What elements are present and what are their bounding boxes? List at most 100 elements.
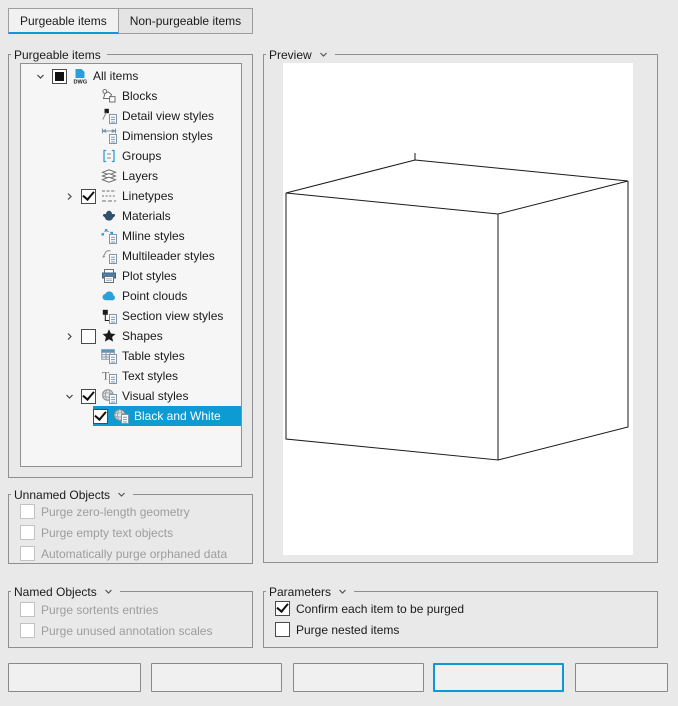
- table-styles-icon: [101, 348, 117, 364]
- checkbox-label: Purge unused annotation scales: [41, 624, 212, 638]
- unnamed-objects-group: Unnamed Objects Purge zero-length geomet…: [8, 494, 253, 564]
- collapse-all-button[interactable]: [8, 663, 141, 692]
- checkbox: [20, 504, 35, 519]
- plot-styles-icon: [101, 268, 117, 284]
- tree-item-label: Visual styles: [122, 389, 188, 403]
- tree-item-label: Detail view styles: [122, 109, 214, 123]
- tree-item-detail-view-styles[interactable]: Detail view styles: [21, 106, 241, 126]
- chevron-right-icon[interactable]: [62, 189, 76, 203]
- tree-item-label: Plot styles: [122, 269, 177, 283]
- tree-item-label: Linetypes: [122, 189, 173, 203]
- chevron-down-icon[interactable]: [33, 69, 47, 83]
- mline-styles-icon: [101, 228, 117, 244]
- tree-item-visual-styles[interactable]: Visual styles: [21, 386, 241, 406]
- tree-expand-chevron: [62, 229, 76, 243]
- tree-item-blocks[interactable]: Blocks: [21, 86, 241, 106]
- tree-item-label: Layers: [122, 169, 158, 183]
- tab-purgeable-items[interactable]: Purgeable items: [8, 8, 119, 34]
- chevron-down-icon[interactable]: [103, 586, 114, 597]
- checkbox-purge-nested-items[interactable]: Purge nested items: [264, 619, 657, 640]
- chevron-down-icon[interactable]: [337, 586, 348, 597]
- tree-item-plot-styles[interactable]: Plot styles: [21, 266, 241, 286]
- group-title-text: Parameters: [269, 585, 331, 599]
- tab-label: Non-purgeable items: [130, 14, 241, 28]
- tree-item-label: Multileader styles: [122, 249, 215, 263]
- tree-item-label: Blocks: [122, 89, 157, 103]
- materials-icon: [101, 208, 117, 224]
- tree-item-checkbox[interactable]: [81, 389, 96, 404]
- tree-expand-chevron: [62, 149, 76, 163]
- tree-expand-chevron: [62, 349, 76, 363]
- tree-item-dimension-styles[interactable]: Dimension styles: [21, 126, 241, 146]
- tree-item-linetypes[interactable]: Linetypes: [21, 186, 241, 206]
- tree-item-label: Point clouds: [122, 289, 187, 303]
- tree-expand-chevron: [62, 89, 76, 103]
- tab-bar: Purgeable items Non-purgeable items: [8, 8, 253, 34]
- tree-item-point-clouds[interactable]: Point clouds: [21, 286, 241, 306]
- checkbox-label: Purge empty text objects: [41, 526, 173, 540]
- tree-item-text-styles[interactable]: T Text styles: [21, 366, 241, 386]
- layers-icon: [101, 168, 117, 184]
- tree-item-label: Shapes: [122, 329, 163, 343]
- tree-item-label: Materials: [122, 209, 171, 223]
- purge-selected-button[interactable]: [151, 663, 282, 692]
- chevron-right-icon[interactable]: [62, 329, 76, 343]
- tree-item-label: Black and White: [134, 409, 221, 423]
- tree-item-section-view-styles[interactable]: Section view styles: [21, 306, 241, 326]
- checkbox-purge-zero-length-geometry: Purge zero-length geometry: [9, 501, 252, 522]
- tree-item-label: Section view styles: [122, 309, 223, 323]
- checkbox-label: Automatically purge orphaned data: [41, 547, 227, 561]
- checkbox: [20, 623, 35, 638]
- tree-expand-chevron: [62, 129, 76, 143]
- tree-expand-chevron: [62, 109, 76, 123]
- preview-group: Preview: [263, 54, 658, 563]
- dialog-button-bar: [0, 663, 678, 693]
- tree-expand-chevron: [62, 169, 76, 183]
- close-button[interactable]: [433, 663, 564, 692]
- tab-label: Purgeable items: [20, 14, 107, 28]
- tree-item-label: Dimension styles: [122, 129, 213, 143]
- point-clouds-icon: [101, 288, 117, 304]
- checkbox[interactable]: [275, 601, 290, 616]
- dimension-styles-icon: [101, 128, 117, 144]
- cube-wireframe: [283, 63, 633, 555]
- checkbox-label: Confirm each item to be purged: [296, 602, 464, 616]
- named-objects-group: Named Objects Purge sortents entries Pur…: [8, 591, 253, 648]
- tree-item-mline-styles[interactable]: Mline styles: [21, 226, 241, 246]
- tree-item-checkbox[interactable]: [81, 329, 96, 344]
- unnamed-objects-group-title: Unnamed Objects: [11, 486, 133, 503]
- checkbox-confirm-each-item-to-be-purged[interactable]: Confirm each item to be purged: [264, 598, 657, 619]
- checkbox-purge-unused-annotation-scales: Purge unused annotation scales: [9, 620, 252, 641]
- tree-item-checkbox[interactable]: [81, 189, 96, 204]
- svg-text:T: T: [102, 369, 110, 383]
- chevron-down-icon[interactable]: [116, 489, 127, 500]
- tree-item-all-items[interactable]: DWG All items: [21, 66, 241, 86]
- tree-item-label: Table styles: [122, 349, 185, 363]
- tree-item-checkbox[interactable]: [93, 409, 108, 424]
- group-title-text: Named Objects: [14, 585, 97, 599]
- multileader-styles-icon: [101, 248, 117, 264]
- help-button[interactable]: [575, 663, 668, 692]
- chevron-down-icon[interactable]: [62, 389, 76, 403]
- tree-item-materials[interactable]: Materials: [21, 206, 241, 226]
- purgeable-items-group-title: Purgeable items: [11, 46, 107, 63]
- checkbox[interactable]: [275, 622, 290, 637]
- dwg-file-icon: DWG: [72, 68, 88, 84]
- shapes-icon: [101, 328, 117, 344]
- text-styles-icon: T: [101, 368, 117, 384]
- visual-style-item-icon: [113, 408, 129, 424]
- tree-item-layers[interactable]: Layers: [21, 166, 241, 186]
- tree-item-shapes[interactable]: Shapes: [21, 326, 241, 346]
- purgeable-items-tree[interactable]: DWG All items Blocks Detail view styles: [20, 63, 242, 467]
- tree-expand-chevron: [62, 289, 76, 303]
- tree-item-groups[interactable]: Groups: [21, 146, 241, 166]
- chevron-down-icon[interactable]: [318, 49, 329, 60]
- checkbox: [20, 546, 35, 561]
- tree-item-black-and-white[interactable]: Black and White: [21, 406, 241, 426]
- tab-non-purgeable-items[interactable]: Non-purgeable items: [119, 8, 253, 34]
- purge-all-button[interactable]: [293, 663, 424, 692]
- tree-item-checkbox[interactable]: [52, 69, 67, 84]
- preview-group-title: Preview: [266, 46, 335, 63]
- tree-item-multileader-styles[interactable]: Multileader styles: [21, 246, 241, 266]
- tree-item-table-styles[interactable]: Table styles: [21, 346, 241, 366]
